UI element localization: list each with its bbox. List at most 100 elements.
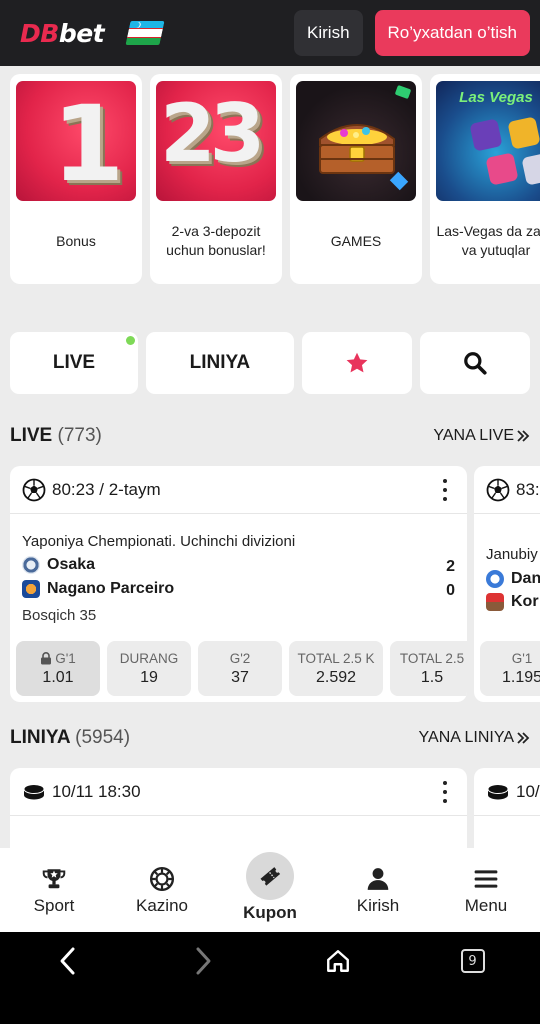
nav-sport[interactable]: Sport xyxy=(0,848,108,932)
tab-favorites[interactable] xyxy=(301,332,412,394)
live-match-card[interactable]: 80:23 / 2-taym Yaponiya Chempionati. Uch… xyxy=(10,466,467,702)
odd-label: TOTAL 2.5 K xyxy=(297,650,375,666)
tab-liniya-label: LINIYA xyxy=(189,352,251,373)
nav-kirish-label: Kirish xyxy=(356,895,400,915)
odd-label: G'1 xyxy=(55,650,76,666)
odds-row: G'1 1.01 DURANG 19 G'2 37 TOTAL 2.5 K 2.… xyxy=(16,641,467,696)
odd-button-home[interactable]: G'1 1.01 xyxy=(16,641,100,696)
liniya-matches-carousel[interactable]: 10/11 18:30 10/ xyxy=(10,768,540,848)
nav-menu-label: Menu xyxy=(464,895,508,915)
more-liniya-link[interactable]: YANA LINIYA xyxy=(419,729,530,747)
team-away-name: Nagano Parceiro xyxy=(47,580,175,597)
liniya-count: (5954) xyxy=(75,727,131,748)
score-home: 2 xyxy=(446,558,455,575)
nav-kazino[interactable]: Kazino xyxy=(108,848,216,932)
nav-sport-label: Sport xyxy=(33,895,75,915)
more-liniya-label: YANA LINIYA xyxy=(418,729,514,746)
digit-one-graphic: 1 xyxy=(52,83,125,201)
live-title-text: LIVE xyxy=(10,425,53,446)
odds-row: G'1 1.195 xyxy=(480,641,540,696)
match-time: 83: xyxy=(516,479,540,499)
register-button[interactable]: Ro’yxatdan o’tish xyxy=(374,10,530,56)
liniya-match-card[interactable]: 10/11 18:30 xyxy=(10,768,467,848)
live-section-header: LIVE (773) YANA LIVE xyxy=(10,421,530,451)
soccer-ball-icon xyxy=(486,478,510,501)
odd-button-total-under[interactable]: TOTAL 2.5 1.5 xyxy=(390,641,467,696)
odd-button-draw[interactable]: DURANG 19 xyxy=(107,641,191,696)
team-home-name: Dan xyxy=(511,570,540,587)
promo-title: 2-va 3-depozit uchun bonuslar! xyxy=(166,223,266,258)
team-home: Dan xyxy=(486,570,540,588)
soccer-ball-icon xyxy=(22,478,46,501)
las-vegas-logo-text: Las Vegas xyxy=(459,89,533,106)
sport-tabs: LIVE LINIYA xyxy=(10,332,530,394)
kupon-button[interactable] xyxy=(246,851,294,900)
liniya-section-title: LINIYA (5954) xyxy=(10,727,130,749)
logo-bet: bet xyxy=(58,18,105,48)
forward-arrow-icon[interactable] xyxy=(173,946,233,976)
promo-card-las-vegas[interactable]: Las Vegas Las-Vegas da zavq va yutuqlar xyxy=(430,74,540,284)
live-count: (773) xyxy=(57,425,102,446)
odd-button-total-over[interactable]: TOTAL 2.5 K 2.592 xyxy=(289,641,383,696)
promo-image-games xyxy=(296,81,416,201)
more-live-link[interactable]: YANA LIVE xyxy=(433,427,530,445)
live-match-card[interactable]: 83: Janubiy Dan Kor G'1 1.195 xyxy=(474,466,540,702)
star-icon xyxy=(346,352,368,373)
odd-value: 37 xyxy=(231,668,249,686)
hockey-puck-icon xyxy=(487,783,509,799)
team-away-name: Kor xyxy=(511,593,539,610)
digits-23-graphic: 23 xyxy=(160,87,265,180)
lock-icon xyxy=(41,651,52,664)
team-away: Kor xyxy=(486,593,539,611)
match-card-header: 10/11 18:30 xyxy=(10,768,467,816)
hamburger-menu-icon xyxy=(474,869,498,888)
team-away: Nagano Parceiro xyxy=(22,580,174,598)
treasure-chest-icon xyxy=(319,124,395,174)
more-live-label: YANA LIVE xyxy=(433,427,514,444)
dbbet-logo[interactable]: DBbet xyxy=(20,18,105,48)
more-options-icon[interactable] xyxy=(435,780,455,804)
tab-search[interactable] xyxy=(419,332,530,394)
odd-button-away[interactable]: G'2 37 xyxy=(198,641,282,696)
nav-kupon-label: Kupon xyxy=(243,902,297,922)
liniya-match-card[interactable]: 10/ xyxy=(474,768,540,848)
promo-image-deposit: 23 xyxy=(156,81,276,201)
match-card-header: 80:23 / 2-taym xyxy=(10,466,467,514)
promo-title: Las-Vegas da zavq va yutuqlar xyxy=(436,223,540,258)
nav-menu[interactable]: Menu xyxy=(432,848,540,932)
odd-label: TOTAL 2.5 xyxy=(399,650,465,666)
ticket-icon xyxy=(260,866,281,886)
tab-liniya[interactable]: LINIYA xyxy=(145,332,294,394)
live-matches-carousel[interactable]: 80:23 / 2-taym Yaponiya Chempionati. Uch… xyxy=(10,466,540,702)
promo-carousel[interactable]: 1 Bonus 23 2-va 3-depozit uchun bonuslar… xyxy=(10,74,540,286)
search-icon xyxy=(464,352,487,375)
promo-card-deposit[interactable]: 23 2-va 3-depozit uchun bonuslar! xyxy=(150,74,282,284)
more-options-icon[interactable] xyxy=(435,478,455,502)
odd-value: 1.195 xyxy=(501,668,540,686)
browser-system-bar: 9 xyxy=(0,932,540,1024)
login-button[interactable]: Kirish xyxy=(294,10,363,56)
hockey-puck-icon xyxy=(23,783,45,799)
promo-image-las-vegas: Las Vegas xyxy=(436,81,540,201)
team-home: Osaka xyxy=(22,556,95,574)
team-logo-icon xyxy=(486,593,504,611)
promo-image-bonus: 1 xyxy=(16,81,136,201)
promo-card-games[interactable]: GAMES xyxy=(290,74,422,284)
odd-value: 2.592 xyxy=(315,668,357,686)
tab-live[interactable]: LIVE xyxy=(10,332,138,394)
odd-button-home[interactable]: G'1 1.195 xyxy=(480,641,540,696)
uzbekistan-flag-icon[interactable] xyxy=(125,21,165,45)
odd-label: G'1 xyxy=(511,650,533,666)
user-icon xyxy=(367,867,389,890)
double-chevron-right-icon xyxy=(517,430,530,442)
odd-value: 1.01 xyxy=(42,668,74,686)
nav-kirish[interactable]: Kirish xyxy=(324,848,432,932)
odd-label-wrap: G'1 xyxy=(40,651,76,666)
liniya-title-text: LINIYA xyxy=(10,727,70,748)
logo-db: DB xyxy=(20,18,59,48)
home-icon[interactable] xyxy=(308,946,368,976)
back-arrow-icon[interactable] xyxy=(38,946,98,976)
browser-tabs-button[interactable]: 9 xyxy=(443,946,503,976)
nav-kupon[interactable]: Kupon xyxy=(216,848,324,932)
promo-card-bonus[interactable]: 1 Bonus xyxy=(10,74,142,284)
